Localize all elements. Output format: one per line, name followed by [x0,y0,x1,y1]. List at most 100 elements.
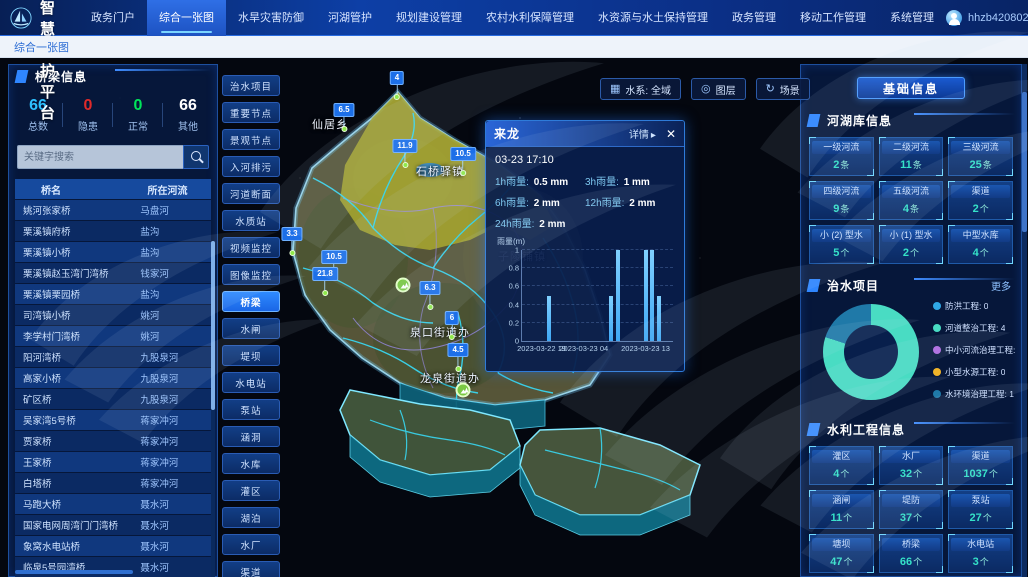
layer-item-5[interactable]: 水质站 [222,210,280,231]
map-marker[interactable]: 10.5 [450,147,476,176]
table-row[interactable]: 栗溪镇小桥盐沟 [15,242,211,262]
card-unit: 个 [980,204,989,214]
search-icon[interactable] [183,145,209,169]
layer-item-14[interactable]: 水库 [222,453,280,474]
nav-menu: 政务门户综合一张图水旱灾害防御河湖管护规划建设管理农村水利保障管理水资源与水土保… [79,0,946,36]
popup-body: 03-23 17:10 1h雨量: 0.5 mm3h雨量: 1 mm6h雨量: … [486,147,684,366]
right-panel-scrollbar[interactable] [1022,64,1027,577]
card-unit: 条 [840,160,849,170]
search-input[interactable] [17,145,183,169]
table-row[interactable]: 李学村门湾桥姚河 [15,326,211,346]
cell-river-name: 九股泉河 [132,392,211,406]
nav-item-0[interactable]: 政务门户 [79,0,147,36]
table-row[interactable]: 栗溪镇栗园桥盐沟 [15,284,211,304]
table-row[interactable]: 阳河湾桥九股泉河 [15,347,211,367]
card-label: 一级河流 [812,141,871,154]
layer-item-10[interactable]: 堤坝 [222,345,280,366]
map-marker[interactable]: 6 [445,311,459,340]
detail-link[interactable]: 详情 [629,126,649,141]
layer-item-17[interactable]: 水厂 [222,534,280,555]
nav-item-2[interactable]: 水旱灾害防御 [226,0,316,36]
table-row[interactable]: 栗溪镇府桥盐沟 [15,221,211,241]
layer-item-9[interactable]: 水闸 [222,318,280,339]
layer-item-12[interactable]: 泵站 [222,399,280,420]
table-row[interactable]: 姚河张家桥马盘河 [15,200,211,220]
map-marker[interactable]: 21.8 [312,267,338,296]
layer-item-6[interactable]: 视频监控 [222,237,280,258]
nav-item-9[interactable]: 系统管理 [878,0,946,36]
cell-river-name: 蒋家冲河 [132,476,211,490]
card-value: 27个 [951,511,1010,524]
marker-value: 21.8 [312,267,338,281]
table-header: 桥名 所在河流 [15,179,211,199]
map-control-label: 水系: 全域 [625,82,671,97]
map-marker[interactable]: 4.5 [447,343,468,372]
stat-value: 0 [113,97,163,115]
close-icon[interactable] [666,128,676,140]
station-icon[interactable] [396,278,411,293]
table-row[interactable]: 马跑大桥聂水河 [15,494,211,514]
nav-item-1[interactable]: 综合一张图 [147,0,226,36]
nav-item-4[interactable]: 规划建设管理 [384,0,474,36]
basic-info-badge[interactable]: 基础信息 [857,77,965,99]
layer-item-7[interactable]: 图像监控 [222,264,280,285]
table-row[interactable]: 临泉5号园湾桥聂水河 [15,557,211,577]
table-row[interactable]: 栗溪镇赵玉湾门湾桥钱家河 [15,263,211,283]
map-control-2[interactable]: ↻场景 [756,78,810,100]
river-card: 三级河流25条 [948,137,1013,176]
table-row[interactable]: 王家桥蒋家冲河 [15,452,211,472]
table-hscrollbar[interactable] [15,570,133,574]
stat-value: 66 [163,97,213,115]
layer-item-16[interactable]: 湖泊 [222,507,280,528]
layer-item-8[interactable]: 桥梁 [222,291,280,312]
nav-item-5[interactable]: 农村水利保障管理 [474,0,586,36]
user-menu[interactable]: hhzb42080201 [946,10,1028,26]
nav-item-8[interactable]: 移动工作管理 [788,0,878,36]
layer-item-15[interactable]: 灌区 [222,480,280,501]
table-row[interactable]: 高家小桥九股泉河 [15,368,211,388]
map-control-0[interactable]: ▦ 水系: 全域 [600,78,681,100]
cell-river-name: 聂水河 [132,518,211,532]
card-value: 1037个 [951,467,1010,480]
table-row[interactable]: 司湾镇小桥姚河 [15,305,211,325]
more-link[interactable]: 更多 [991,278,1011,293]
grid-icon: ▦ [610,84,620,95]
card-label: 水电站 [951,538,1010,551]
nav-item-6[interactable]: 水资源与水土保持管理 [586,0,720,36]
table-row[interactable]: 吴家湾5号桥蒋家冲河 [15,410,211,430]
layer-item-2[interactable]: 景观节点 [222,129,280,150]
map-marker[interactable]: 4 [390,71,404,100]
layer-item-18[interactable]: 渠道 [222,561,280,577]
layer-item-0[interactable]: 治水项目 [222,75,280,96]
map-marker[interactable]: 11.9 [392,139,417,168]
layer-item-13[interactable]: 涵洞 [222,426,280,447]
nav-item-7[interactable]: 政务管理 [720,0,788,36]
marker-value: 10.5 [450,147,476,161]
table-row[interactable]: 象窝水电站桥聂水河 [15,536,211,556]
table-row[interactable]: 贾家桥蒋家冲河 [15,431,211,451]
bridge-search [17,145,209,169]
map-marker[interactable]: 6.3 [419,281,440,310]
layer-item-11[interactable]: 水电站 [222,372,280,393]
marker-stick [344,117,345,126]
table-row[interactable]: 国家电网周湾门门湾桥聂水河 [15,515,211,535]
table-row[interactable]: 白塔桥蒋家冲河 [15,473,211,493]
map-control-1[interactable]: ◎图层 [691,78,746,100]
layer-item-3[interactable]: 入河排污 [222,156,280,177]
cell-river-name: 盐沟 [132,287,211,301]
map-marker[interactable]: 3.3 [281,227,302,256]
table-row[interactable]: 矿区桥九股泉河 [15,389,211,409]
legend-dot [933,302,941,310]
rain-chart: 雨量(m) 00.20.40.60.812023-03-22 192023-03… [495,238,675,366]
map-marker[interactable]: 6.5 [333,103,354,132]
station-icon[interactable] [456,383,471,398]
legend-dot [933,324,941,332]
nav-item-3[interactable]: 河湖管护 [316,0,384,36]
rain-stats: 1h雨量: 0.5 mm3h雨量: 1 mm6h雨量: 2 mm12h雨量: 2… [495,173,675,230]
engineering-section-header: 水利工程信息 [801,418,1021,440]
layer-item-4[interactable]: 河道断面 [222,183,280,204]
table-scrollbar[interactable] [211,241,215,577]
card-label: 泵站 [951,494,1010,507]
breadcrumb[interactable]: 综合一张图 [14,39,69,55]
layer-item-1[interactable]: 重要节点 [222,102,280,123]
